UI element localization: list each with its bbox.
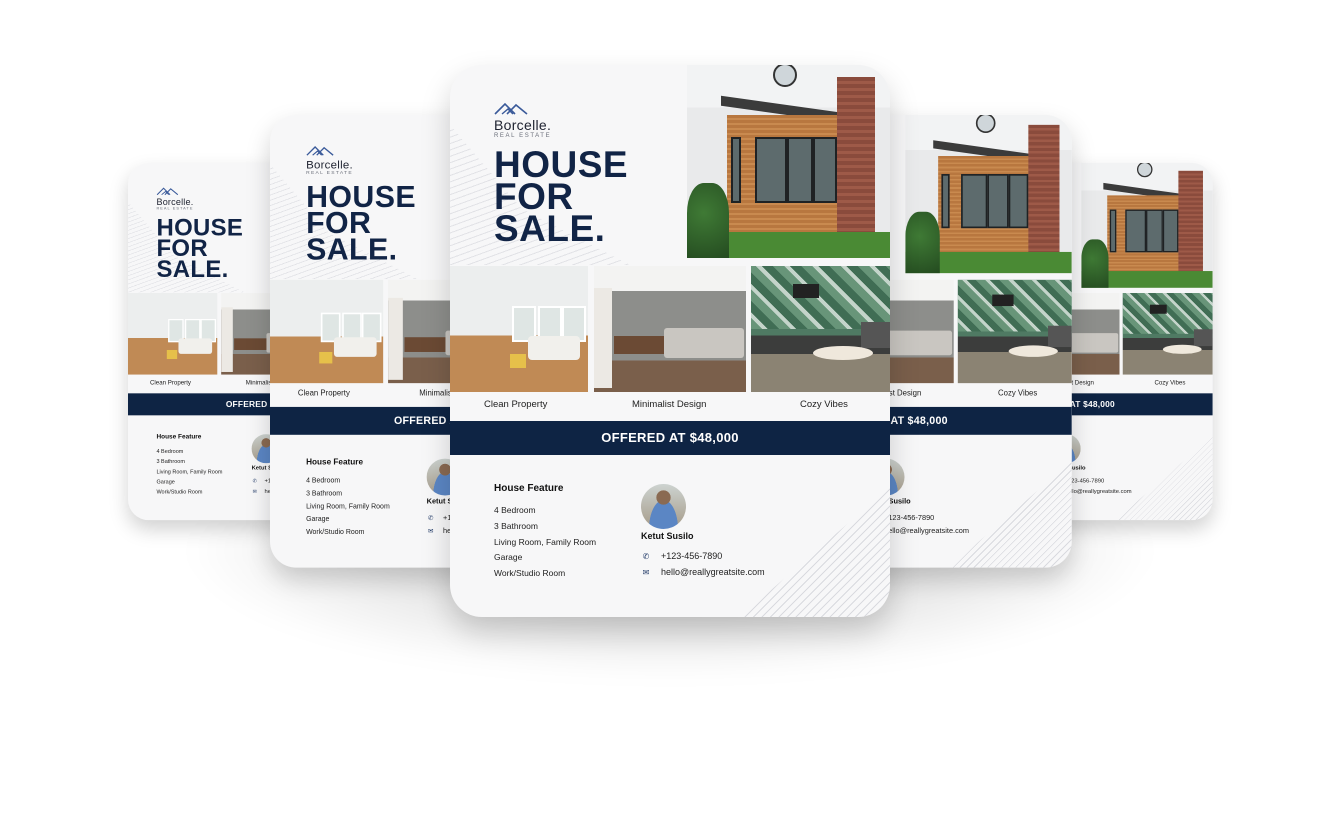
feature-item: Work/Studio Room	[156, 488, 203, 496]
brand-name: Borcelle.	[306, 157, 353, 171]
photo-caption: Cozy Vibes	[800, 399, 848, 410]
brand-subtitle: REAL ESTATE	[494, 133, 552, 139]
email-address: hello@reallygreatsite.com	[884, 526, 970, 535]
brand-name: Borcelle.	[156, 196, 194, 207]
flyer-title: HOUSE FOR SALE.	[306, 181, 416, 266]
phone-icon: ✆	[642, 551, 650, 561]
envelope-icon: ✉	[427, 527, 434, 535]
contact-phone: ✆ +123-456-7890	[641, 551, 723, 561]
email-address: hello@reallygreatsite.com	[1064, 487, 1132, 495]
phone-number: +123-456-7890	[884, 513, 935, 522]
title-line: SALE.	[306, 232, 398, 266]
feature-item: 3 Bathroom	[156, 457, 185, 465]
feature-item: Work/Studio Room	[494, 568, 566, 579]
feature-item: Living Room, Family Room	[494, 536, 597, 547]
feature-item: Living Room, Family Room	[156, 468, 223, 475]
photo-caption: Clean Property	[484, 399, 548, 410]
phone-number: +123-456-7890	[661, 551, 723, 561]
feature-item: 4 Bedroom	[306, 475, 341, 484]
feature-item: Garage	[494, 552, 523, 563]
title-line: SALE.	[494, 208, 606, 249]
decorative-lines	[740, 487, 890, 617]
brand-subtitle: REAL ESTATE	[306, 170, 353, 176]
brand-name: Borcelle.	[494, 117, 552, 133]
feature-item: Garage	[306, 514, 330, 523]
photo-caption: Minimalist Design	[632, 399, 707, 410]
email-address: hello@reallygreatsite.com	[661, 567, 765, 577]
decorative-lines	[1115, 436, 1213, 521]
house-exterior-photo	[905, 115, 1072, 274]
features-heading: House Feature	[306, 457, 364, 467]
photo-caption: Clean Property	[149, 379, 192, 387]
phone-icon: ✆	[252, 477, 257, 484]
features-list: 4 Bedroom 3 Bathroom Living Room, Family…	[306, 474, 390, 539]
house-exterior-photo	[687, 65, 890, 258]
feature-item: Living Room, Family Room	[306, 501, 390, 510]
mountain-logo-icon	[306, 145, 337, 156]
features-heading: House Feature	[156, 433, 202, 441]
feature-item: 4 Bedroom	[494, 505, 536, 515]
feature-item: 3 Bathroom	[306, 488, 343, 497]
feature-item: 4 Bedroom	[156, 447, 184, 455]
flyer-center: Borcelle. REAL ESTATE HOUSE FOR SALE. Cl…	[450, 65, 890, 617]
features-list: 4 Bedroom 3 Bathroom Living Room, Family…	[494, 503, 596, 582]
feature-item: 3 Bathroom	[494, 520, 538, 531]
clean-property-photo	[450, 266, 588, 392]
photo-caption: Cozy Vibes	[998, 388, 1038, 398]
minimalist-design-photo	[594, 266, 746, 392]
clean-property-photo	[128, 293, 218, 375]
price-banner: OFFERED AT $48,000	[450, 421, 890, 455]
house-exterior-photo	[1081, 163, 1213, 288]
feature-item: Garage	[156, 478, 175, 485]
cozy-vibes-photo	[1122, 293, 1213, 375]
features-list: 4 Bedroom 3 Bathroom Living Room, Family…	[156, 446, 222, 497]
features-heading: House Feature	[494, 483, 564, 494]
feature-item: Work/Studio Room	[306, 527, 365, 536]
cozy-vibes-photo	[957, 279, 1072, 384]
decorative-lines	[948, 461, 1072, 568]
title-line: SALE.	[156, 255, 229, 283]
flyer-title: HOUSE FOR SALE.	[494, 146, 628, 249]
photo-caption: Cozy Vibes	[1154, 379, 1186, 387]
phone-icon: ✆	[427, 513, 434, 522]
agent-name: Ketut Susilo	[641, 531, 694, 541]
envelope-icon: ✉	[252, 488, 257, 494]
agent-avatar	[641, 484, 686, 529]
envelope-icon: ✉	[642, 567, 650, 577]
cozy-vibes-photo	[751, 266, 890, 392]
flyer-title: HOUSE FOR SALE.	[156, 215, 243, 283]
contact-email: ✉ hello@reallygreatsite.com	[641, 567, 765, 577]
mountain-logo-icon	[494, 101, 532, 115]
mountain-logo-icon	[156, 186, 181, 196]
brand-subtitle: REAL ESTATE	[156, 206, 194, 211]
clean-property-photo	[270, 279, 384, 384]
photo-caption: Clean Property	[297, 388, 350, 398]
